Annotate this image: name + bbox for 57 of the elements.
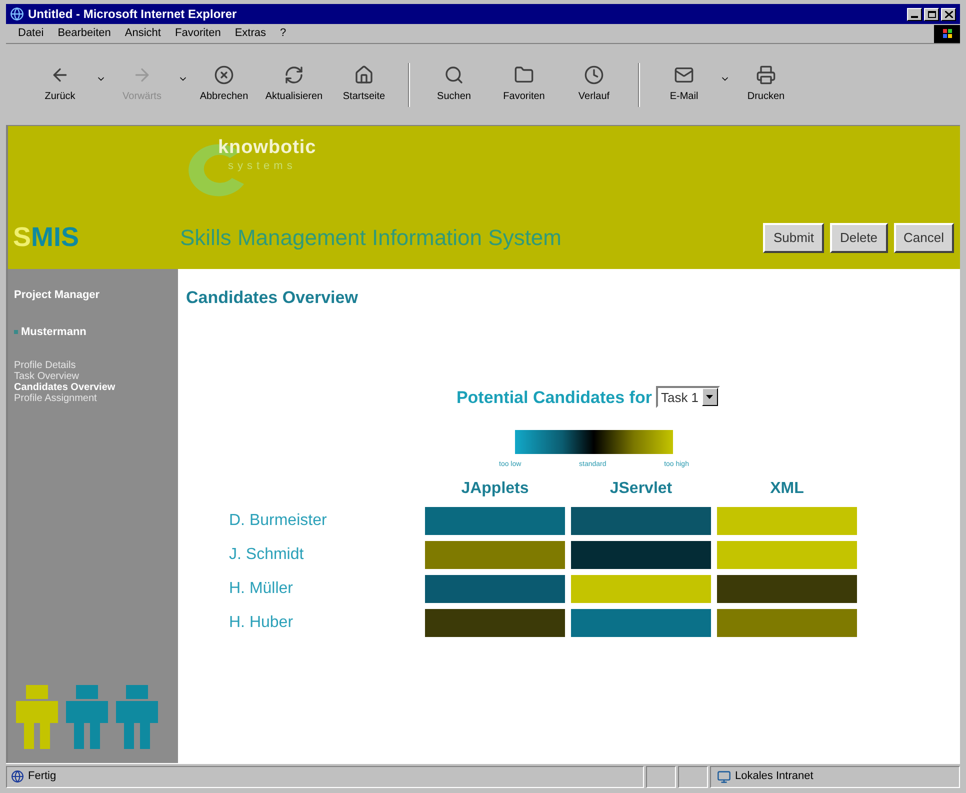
status-text: Fertig bbox=[28, 769, 56, 784]
column-header: JApplets bbox=[460, 478, 530, 498]
menu-item[interactable]: Bearbeiten bbox=[58, 25, 111, 42]
toolbar-button[interactable]: Favoriten bbox=[490, 60, 558, 110]
status-panel bbox=[678, 766, 708, 788]
folder-icon bbox=[514, 65, 534, 85]
maximize-button[interactable] bbox=[924, 8, 939, 20]
toolbar-button[interactable]: Startseite bbox=[330, 60, 398, 110]
dropdown-arrow-icon bbox=[706, 395, 714, 400]
clock-icon bbox=[584, 65, 604, 85]
close-button[interactable] bbox=[941, 8, 956, 20]
network-icon bbox=[717, 770, 731, 784]
refresh-icon bbox=[284, 65, 304, 85]
form-button[interactable]: Submit bbox=[763, 222, 824, 252]
search-icon bbox=[444, 65, 464, 85]
candidate-name: H. Huber bbox=[229, 612, 294, 632]
home-icon bbox=[354, 65, 374, 85]
page-icon bbox=[11, 770, 24, 783]
menu-item[interactable]: Datei bbox=[18, 25, 44, 42]
menu-item[interactable]: Ansicht bbox=[124, 25, 161, 42]
role-label: Project Manager bbox=[14, 288, 101, 303]
candidate-name: J. Schmidt bbox=[229, 544, 305, 564]
toolbar-button[interactable]: Aktualisieren bbox=[260, 60, 328, 110]
app-logo: SMIS bbox=[12, 224, 80, 251]
toolbar-button[interactable]: Drucken bbox=[732, 60, 800, 110]
zone-text: Lokales Intranet bbox=[735, 769, 814, 784]
minimize-button[interactable] bbox=[907, 8, 922, 20]
status-panel bbox=[646, 766, 676, 788]
toolbar-button[interactable]: Zurück bbox=[26, 60, 94, 110]
stop-icon bbox=[214, 65, 234, 85]
column-header: JServlet bbox=[608, 478, 674, 498]
user-name: Mustermann bbox=[21, 324, 86, 340]
toolbar-button[interactable]: Suchen bbox=[420, 60, 488, 110]
menu-item[interactable]: ? bbox=[280, 25, 286, 42]
toolbar-button[interactable]: Verlauf bbox=[560, 60, 628, 110]
window-title: Untitled - Microsoft Internet Explorer bbox=[28, 6, 238, 23]
menu-item[interactable]: Extras bbox=[234, 25, 266, 42]
logo-subtext: systems bbox=[228, 159, 296, 174]
bullet-icon bbox=[14, 330, 18, 334]
candidate-name: D. Burmeister bbox=[229, 510, 328, 530]
candidate-name: H. Müller bbox=[229, 578, 294, 598]
logo-text: knowbotic bbox=[218, 136, 316, 160]
form-button[interactable]: Delete bbox=[830, 222, 888, 252]
app-title: Skills Management Information System bbox=[180, 224, 562, 252]
toolbar-button[interactable]: E-Mail bbox=[650, 60, 718, 110]
page-title: Candidates Overview bbox=[186, 287, 359, 309]
windows-logo-icon bbox=[934, 24, 960, 42]
menu-item[interactable]: Favoriten bbox=[174, 25, 221, 42]
browser-icon bbox=[10, 7, 24, 21]
toolbar-button[interactable]: Abbrechen bbox=[190, 60, 258, 110]
form-button[interactable]: Cancel bbox=[894, 222, 954, 252]
filter-label: Potential Candidates for bbox=[456, 386, 652, 408]
printer-icon bbox=[756, 65, 776, 85]
task-select[interactable]: Task 1 bbox=[656, 386, 720, 408]
mail-icon bbox=[674, 65, 694, 85]
close-icon bbox=[944, 10, 952, 18]
column-header: XML bbox=[769, 478, 805, 498]
